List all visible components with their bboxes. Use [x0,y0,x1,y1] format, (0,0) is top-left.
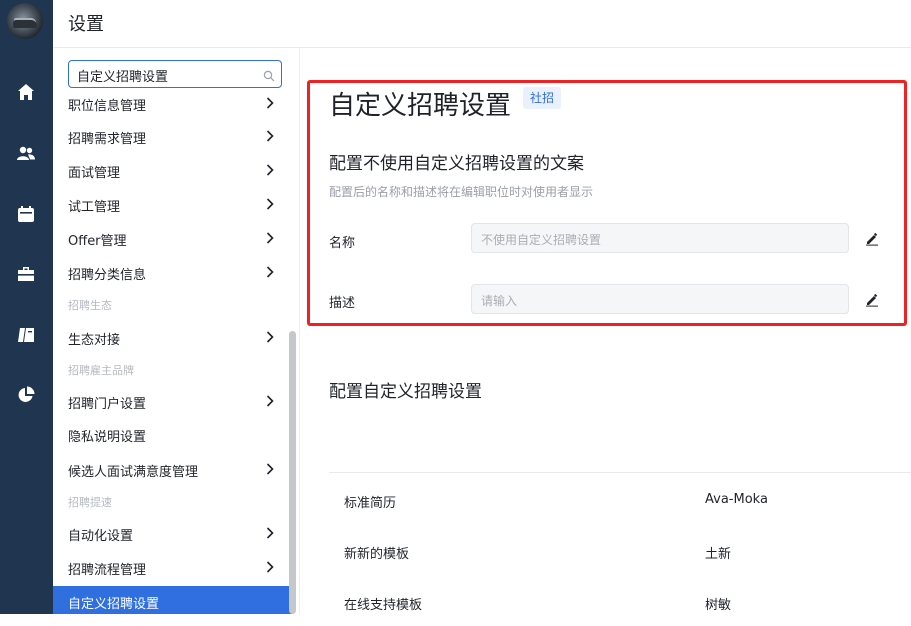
pie-chart-icon[interactable] [16,385,36,405]
chevron-right-icon [265,462,275,476]
group-label-ecosystem: 招聘生态 [68,299,112,312]
top-header: 设置 [53,0,911,48]
book-icon[interactable] [16,325,36,345]
group-label-employer-brand: 招聘雇主品牌 [68,364,134,377]
name-placeholder: 不使用自定义招聘设置 [481,233,602,247]
section-title: 配置自定义招聘设置 [329,382,482,402]
sidebar-item-offer[interactable]: Offer管理 [53,223,293,253]
sidebar-item-trial[interactable]: 试工管理 [53,189,293,219]
row-name: 标准简历 [344,496,397,511]
home-icon[interactable] [16,82,36,102]
chevron-right-icon [265,560,275,574]
chevron-right-icon [265,197,275,211]
sidebar-item-label: 招聘门户设置 [68,397,147,412]
sidebar-item-ecosystem[interactable]: 生态对接 [53,322,293,352]
sidebar-item-satisfaction[interactable]: 候选人面试满意度管理 [53,454,293,484]
chevron-right-icon [265,330,275,344]
divider [329,472,911,473]
avatar[interactable] [7,3,43,39]
sidebar-item-category[interactable]: 招聘分类信息 [53,257,293,287]
row-value: 树敏 [705,598,732,613]
row-value: 土新 [705,547,732,562]
row-name: 在线支持模板 [344,598,423,613]
sidebar-item-label: Offer管理 [68,234,127,249]
edit-icon[interactable] [865,231,879,246]
briefcase-icon[interactable] [16,264,36,284]
description-label: 描述 [329,296,356,311]
sidebar-search-input[interactable]: 自定义招聘设置 [68,60,282,88]
sidebar-item-privacy[interactable]: 隐私说明设置 [53,419,293,449]
chevron-right-icon [265,96,275,110]
app-nav-rail [0,0,53,614]
sidebar-item-label: 招聘流程管理 [68,563,147,578]
calendar-icon[interactable] [16,204,36,224]
sidebar-item-label: 隐私说明设置 [68,430,147,445]
table-row[interactable]: 在线支持模板 树敏 [329,576,911,626]
edit-icon[interactable] [865,292,879,307]
section-description: 配置后的名称和描述将在编辑职位时对使用者显示 [329,185,594,199]
chevron-right-icon [265,163,275,177]
chevron-right-icon [265,265,275,279]
users-icon[interactable] [16,143,36,163]
table-row[interactable]: 标准简历 Ava-Moka [329,474,911,524]
sidebar-item-interview[interactable]: 面试管理 [53,155,293,185]
sidebar-item-automation[interactable]: 自动化设置 [53,518,293,548]
sidebar-item-process[interactable]: 招聘流程管理 [53,552,293,582]
table-row[interactable]: 新新的模板 土新 [329,525,911,575]
page-title: 自定义招聘设置 [329,91,512,121]
sidebar-item-label: 自动化设置 [68,529,134,544]
sidebar-item-label: 招聘需求管理 [68,132,147,147]
sidebar-item-custom-settings[interactable]: 自定义招聘设置 [53,586,293,614]
main-content: 自定义招聘设置 社招 配置不使用自定义招聘设置的文案 配置后的名称和描述将在编辑… [300,48,911,614]
sidebar-item-label: 招聘分类信息 [68,268,147,283]
search-icon[interactable] [263,67,275,82]
search-value: 自定义招聘设置 [77,70,169,85]
section-title: 配置不使用自定义招聘设置的文案 [329,154,584,174]
sidebar-item-position-info[interactable]: 职位信息管理 [53,88,293,118]
settings-sidebar: 自定义招聘设置 职位信息管理 招聘需求管理 面试管理 试工管理 Offer管理 … [53,48,300,614]
sidebar-item-label: 生态对接 [68,333,121,348]
page-header-title: 设置 [68,14,104,35]
sidebar-item-label: 候选人面试满意度管理 [68,465,199,480]
row-value: Ava-Moka [705,492,768,507]
name-field[interactable]: 不使用自定义招聘设置 [471,223,849,253]
sidebar-item-requirements[interactable]: 招聘需求管理 [53,121,293,151]
description-field[interactable]: 请输入 [471,284,849,314]
sidebar-item-label: 职位信息管理 [68,99,147,114]
chevron-right-icon [265,394,275,408]
group-label-speedup: 招聘提速 [68,496,112,509]
chevron-right-icon [265,129,275,143]
status-badge: 社招 [523,87,562,109]
sidebar-item-portal[interactable]: 招聘门户设置 [53,386,293,416]
description-placeholder: 请输入 [481,294,518,308]
chevron-right-icon [265,526,275,540]
row-name: 新新的模板 [344,547,410,562]
sidebar-item-label: 面试管理 [68,166,121,181]
name-label: 名称 [329,236,356,251]
sidebar-item-label: 自定义招聘设置 [68,597,160,612]
chevron-right-icon [265,231,275,245]
sidebar-item-label: 试工管理 [68,200,121,215]
sidebar-scrollbar[interactable] [289,331,296,614]
